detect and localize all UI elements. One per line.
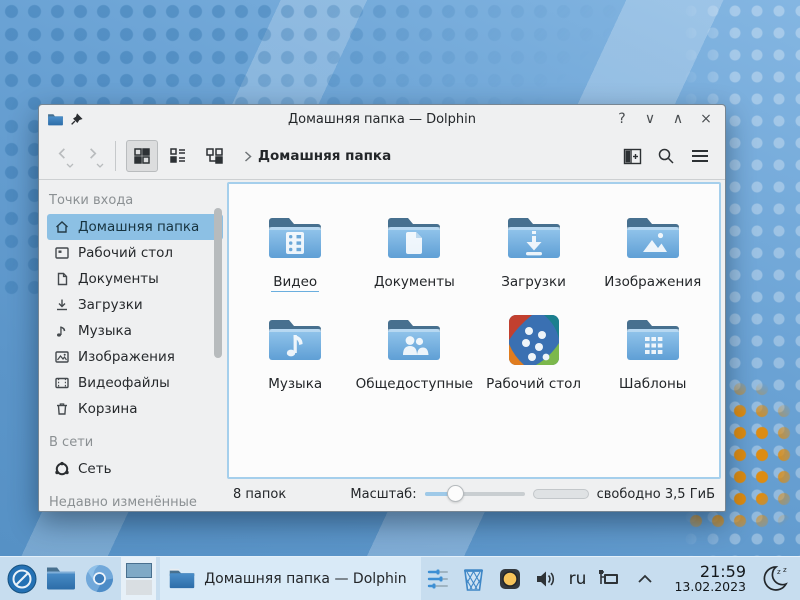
items-count: 8 папок [233,487,286,502]
minimize-button[interactable]: ∨ [639,109,661,129]
forward-button[interactable] [79,141,105,171]
night-mode-icon[interactable]: z z [758,562,792,596]
back-history-caret[interactable] [66,163,74,168]
titlebar[interactable]: Домашняя папка — Dolphin ? ∨ ∧ × [39,105,725,133]
network-icon[interactable] [596,566,622,592]
digital-clock[interactable]: 21:59 13.02.2023 [674,563,746,594]
desktop-icon [53,245,70,262]
virtual-desktop-pager[interactable] [121,557,156,600]
status-dot-icon[interactable] [497,566,523,592]
folder-downloads[interactable]: Загрузки [475,206,593,292]
breadcrumb[interactable]: Домашняя папка [244,148,391,164]
icons-view-button[interactable] [126,140,158,172]
trash-icon [53,401,70,418]
forward-history-caret[interactable] [96,163,104,168]
folder-documents[interactable]: Документы [355,206,473,292]
pager-desktop-1[interactable] [126,563,152,578]
folder-icon [45,565,77,592]
window-folder-icon [47,112,64,127]
network-icon [53,461,70,478]
sidebar-item-pictures[interactable]: Изображения [47,344,223,370]
download-icon [53,297,70,314]
video-folder-icon [263,206,327,270]
browser-launcher[interactable] [82,559,117,599]
breadcrumb-location[interactable]: Домашняя папка [258,148,391,164]
task-button-dolphin[interactable]: Домашняя папка — Dolphin [160,557,420,600]
zoom-label: Масштаб: [350,487,416,502]
folder-view[interactable]: Видео Документы Загрузки Изображени [227,182,721,479]
documents-folder-icon [382,206,446,270]
search-icon[interactable] [651,141,681,171]
clock-time: 21:59 [674,563,746,581]
status-bar: 8 папок Масштаб: свободно 3,5 ГиБ [227,479,721,511]
recent-section-header: Недавно изменённые [47,490,223,511]
folder-public[interactable]: Общедоступные [355,308,473,393]
folder-icon [168,567,196,590]
image-icon [53,349,70,366]
trash-icon[interactable] [461,566,487,592]
tray-expand-icon[interactable] [632,566,658,592]
sidebar-scrollbar[interactable] [214,208,222,358]
sidebar-item-documents[interactable]: Документы [47,266,223,292]
svg-text:z: z [783,566,787,574]
maximize-button[interactable]: ∧ [667,109,689,129]
clock-date: 13.02.2023 [674,580,746,594]
free-space-label: свободно 3,5 ГиБ [597,487,715,502]
folder-music[interactable]: Музыка [236,308,354,393]
free-space-bar [533,489,589,499]
sidebar-item-downloads[interactable]: Загрузки [47,292,223,318]
details-view-button[interactable] [162,140,194,172]
menu-icon[interactable] [685,141,715,171]
toolbar-separator [115,141,116,171]
public-folder-icon [382,308,446,372]
downloads-folder-icon [502,206,566,270]
pager-desktop-2[interactable] [126,580,152,595]
split-view-button[interactable] [617,141,647,171]
audio-mixer-icon[interactable] [425,566,451,592]
task-label: Домашняя папка — Dolphin [204,571,406,587]
taskbar: Домашняя папка — Dolphin [0,556,800,600]
breadcrumb-chevron-icon [244,151,252,162]
pin-icon[interactable] [70,113,83,126]
zoom-slider-thumb[interactable] [447,485,464,502]
zoom-slider[interactable] [425,485,525,503]
back-button[interactable] [49,141,75,171]
desktop: Домашняя папка — Dolphin ? ∨ ∧ × [0,0,800,600]
toolbar: Домашняя папка [39,133,725,180]
chromium-icon [84,563,115,594]
home-icon [53,219,70,236]
music-folder-icon [263,308,327,372]
keyboard-layout-indicator[interactable]: ru [569,569,587,589]
file-manager-launcher[interactable] [43,559,78,599]
places-panel: Точки входа Домашняя папка Рабочий стол … [39,180,225,511]
volume-icon[interactable] [533,566,559,592]
music-icon [53,323,70,340]
remote-section-header: В сети [47,430,223,456]
folder-pictures[interactable]: Изображения [594,206,712,292]
close-button[interactable]: × [695,109,717,129]
desktop-folder-icon [502,308,566,372]
document-icon [53,271,70,288]
sidebar-item-network[interactable]: Сеть [47,456,223,482]
templates-folder-icon [621,308,685,372]
pictures-folder-icon [621,206,685,270]
sidebar-item-desktop[interactable]: Рабочий стол [47,240,223,266]
folder-templates[interactable]: Шаблоны [594,308,712,393]
help-button[interactable]: ? [611,109,633,129]
film-icon [53,375,70,392]
tree-view-button[interactable] [198,140,230,172]
folder-video[interactable]: Видео [236,206,354,292]
app-launcher-button[interactable] [4,559,39,599]
svg-text:z: z [777,568,781,576]
dolphin-window: Домашняя папка — Dolphin ? ∨ ∧ × [38,104,726,512]
sidebar-item-trash[interactable]: Корзина [47,396,223,422]
sidebar-item-music[interactable]: Музыка [47,318,223,344]
sidebar-item-videos[interactable]: Видеофайлы [47,370,223,396]
folder-desktop[interactable]: Рабочий стол [475,308,593,393]
places-section-header: Точки входа [47,188,223,214]
app-launcher-icon [6,563,38,595]
sidebar-item-home[interactable]: Домашняя папка [47,214,223,240]
